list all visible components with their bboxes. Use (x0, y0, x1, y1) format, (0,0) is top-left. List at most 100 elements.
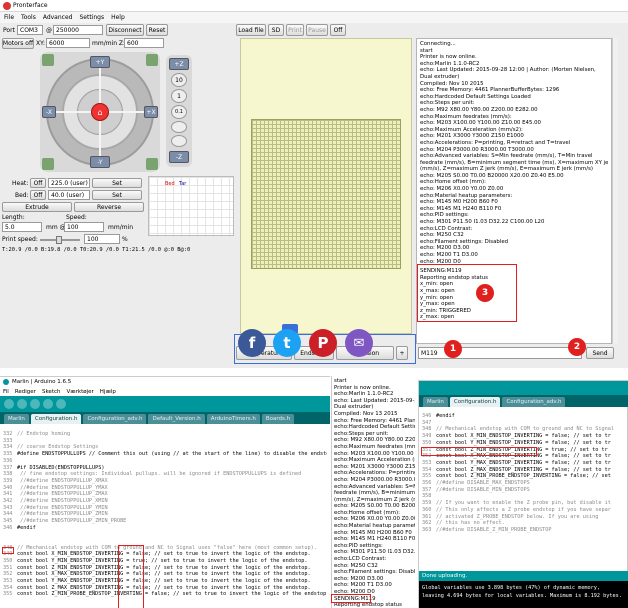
baud-select[interactable]: 250000 (53, 25, 103, 35)
arduino-menu-edit[interactable]: Rediger (15, 389, 36, 395)
tab-boards-h[interactable]: Boards.h (261, 414, 295, 424)
port-select[interactable]: COM3 (17, 25, 43, 35)
bed-set-button[interactable]: Set (92, 190, 142, 200)
right-tab-marlin[interactable]: Marlin (423, 397, 448, 407)
bed-off-button[interactable]: Off (30, 190, 46, 200)
code-line: 353 const bool Y_MAX_ENDSTOP_INVERTING = … (422, 460, 626, 467)
tab-default-version-h[interactable]: Default_Version.h (148, 414, 205, 424)
pinterest-share-button[interactable]: P (309, 329, 337, 357)
arduino-menu-help[interactable]: Hjælp (100, 389, 116, 395)
send-button[interactable]: Send (586, 347, 614, 359)
log-line: echo: M250 C32 (334, 562, 378, 569)
line-number: 336 (3, 457, 13, 464)
jog-x-minus[interactable]: -X (42, 106, 56, 118)
off-button[interactable]: Off (330, 24, 346, 36)
log-line: Connecting... (420, 41, 456, 47)
email-share-button[interactable]: ✉ (345, 329, 373, 357)
z-feed-input[interactable]: 600 (124, 38, 164, 48)
new-icon[interactable] (30, 399, 40, 409)
pause-button[interactable]: Pause (306, 24, 328, 36)
extrude-button[interactable]: Extrude (2, 202, 72, 212)
menu-tools[interactable]: Tools (21, 14, 36, 21)
jog-x-plus[interactable]: +X (144, 106, 158, 118)
print-speed-input[interactable]: 100 (84, 234, 120, 244)
xy-jog-dial[interactable]: ⌂ +Y -Y -X +X (40, 52, 160, 172)
command-input[interactable]: M119 (418, 347, 582, 359)
reset-button[interactable]: Reset (146, 24, 168, 36)
tab-configuration-h[interactable]: Configuration.h (30, 414, 82, 424)
z-step-1-neg[interactable] (171, 135, 187, 147)
twitter-share-button[interactable]: t (273, 329, 301, 357)
right-toolbar (419, 381, 628, 395)
print-button[interactable]: Print (286, 24, 304, 36)
z-step-01-neg[interactable] (171, 121, 187, 133)
home-y-icon[interactable] (146, 54, 158, 66)
home-z-icon[interactable] (146, 158, 158, 170)
home-xy-icon[interactable] (42, 158, 54, 170)
log-line: Dual extruder) (334, 404, 374, 411)
arduino-menu-sketch[interactable]: Sketch (42, 389, 61, 395)
load-file-button[interactable]: Load file (236, 24, 266, 36)
heat-temp-select[interactable]: 225.0 (user) (48, 178, 90, 188)
z-step-10[interactable]: 10 (171, 73, 187, 87)
tab-configuration-adv-h[interactable]: Configuration_adv.h (83, 414, 147, 424)
menu-file[interactable]: File (4, 14, 14, 21)
arduino-menu-tools[interactable]: Værktøjer (66, 389, 93, 395)
disconnect-button[interactable]: Disconnect (106, 24, 144, 36)
log-line: echo: M204 P3000.00 R3000.00 T3000.00 (420, 146, 534, 153)
home-x-icon[interactable] (42, 54, 54, 66)
menu-settings[interactable]: Settings (79, 14, 104, 21)
line-text: //#define DISABLE_MIN_ENDSTOPS (436, 486, 530, 493)
tab-arduino-timers-h[interactable]: ArduinoTimers.h (206, 414, 260, 424)
right-tab-configuration-h[interactable]: Configuration.h (449, 397, 501, 407)
jog-y-plus[interactable]: +Y (90, 56, 110, 68)
z-jog-control[interactable]: +Z 10 1 0.1 -Z (166, 55, 192, 167)
save-icon[interactable] (56, 399, 66, 409)
log-line: echo:Filament settings: Disabled (420, 238, 509, 245)
email-icon: ✉ (353, 335, 365, 351)
menu-help[interactable]: Help (111, 14, 125, 21)
jog-y-minus[interactable]: -Y (90, 156, 110, 168)
line-text: // If you want to enable the Z probe pin… (436, 500, 611, 507)
arduino-menu-file[interactable]: Fil (3, 389, 9, 395)
length-input[interactable]: 5.0 (2, 222, 42, 232)
heat-off-button[interactable]: Off (30, 178, 46, 188)
motors-off-button[interactable]: Motors off (2, 38, 34, 49)
jog-z-minus[interactable]: -Z (169, 151, 189, 163)
tab-marlin[interactable]: Marlin (4, 414, 29, 424)
log-line: Compiled: Nov 13 2015 (334, 410, 398, 417)
log-line: echo:Accelerations: P=printing, R=retra (334, 470, 415, 477)
badge-2: 2 (568, 338, 586, 356)
print-bed-preview[interactable] (240, 38, 412, 334)
speed-input[interactable]: 100 (64, 222, 104, 232)
home-all-icon[interactable]: ⌂ (91, 103, 109, 121)
xy-feed-input[interactable]: 6000 (46, 38, 90, 48)
log-scrollbar[interactable] (612, 38, 618, 344)
line-text: //#define ENDSTOPPULLUP_ZMAX (17, 491, 108, 498)
line-text: //#define ENDSTOPPULLUP_XMIN (17, 498, 108, 505)
jog-z-plus[interactable]: +Z (169, 58, 189, 70)
sd-button[interactable]: SD (268, 24, 284, 36)
heat-set-button[interactable]: Set (92, 178, 142, 188)
print-speed-thumb[interactable] (56, 236, 62, 244)
z-step-01[interactable]: 0.1 (171, 105, 187, 119)
open-icon[interactable] (43, 399, 53, 409)
facebook-share-button[interactable]: f (238, 329, 266, 357)
z-step-1[interactable]: 1 (171, 89, 187, 103)
arduino-app-icon (3, 379, 9, 385)
code-line: 357 //#define DISABLE_MIN_ENDSTOPS (422, 487, 626, 494)
upload-icon[interactable] (17, 399, 27, 409)
right-tab-configuration-adv-h[interactable]: Configuration_adv.h (502, 397, 566, 407)
bed-temp-select[interactable]: 40.0 (user) (48, 190, 90, 200)
reverse-button[interactable]: Reverse (74, 202, 144, 212)
line-text: // activated Z_PROBE_ENDSTOP below. If y… (436, 513, 599, 520)
log-line: echo: M200 D3.00 (334, 575, 384, 582)
print-speed-slider[interactable] (40, 236, 80, 244)
line-number: 351 (3, 564, 13, 571)
menu-advanced[interactable]: Advanced (43, 14, 73, 21)
right-code-editor[interactable]: 346 #endif 347 348 // Mechanical endstop wit… (419, 409, 628, 571)
verify-icon[interactable] (4, 399, 14, 409)
arduino-code-editor[interactable]: 332 // Endstop homing 333 334 // coarse Ends… (0, 425, 330, 608)
arduino-log-panel[interactable]: start Printer is now online. echo:Marlin 1… (331, 376, 417, 608)
line-text: #define ENDSTOPPULLUPS // Comment this o… (17, 451, 327, 458)
